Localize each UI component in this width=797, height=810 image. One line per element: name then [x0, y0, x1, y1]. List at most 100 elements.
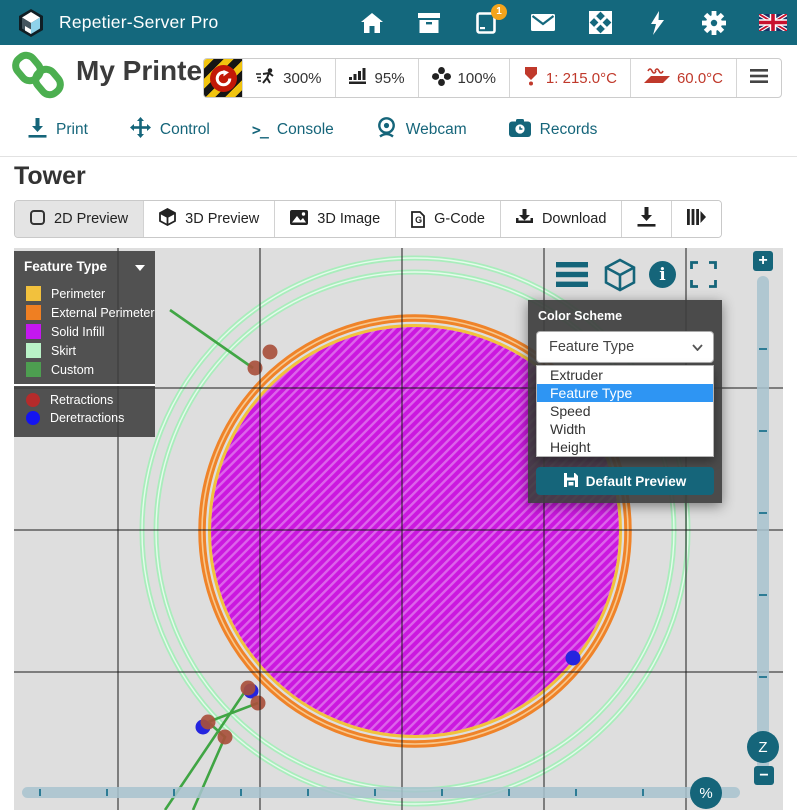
zoom-out-button[interactable]: − — [754, 766, 774, 785]
printer-notifications-icon[interactable]: 1 — [474, 11, 498, 35]
printer-z-icon — [637, 207, 656, 231]
horizontal-slider[interactable] — [22, 787, 740, 798]
view-3d-image-label: 3D Image — [317, 211, 380, 227]
home-icon[interactable] — [360, 11, 384, 35]
slider-tick — [759, 348, 767, 350]
percent-button[interactable]: % — [690, 777, 722, 809]
legend-label: Retractions — [50, 393, 113, 407]
speed-multiplier-button[interactable]: 300% — [242, 59, 334, 97]
layers-play-icon — [687, 209, 706, 229]
checkbox-icon — [30, 210, 45, 229]
gcode-2d-canvas[interactable]: Feature Type Perimeter External Perimete… — [14, 248, 783, 810]
language-flag-icon[interactable] — [759, 11, 787, 35]
color-scheme-select[interactable]: Feature Type — [536, 331, 714, 363]
legend-item: Deretractions — [14, 409, 155, 427]
option-width[interactable]: Width — [537, 420, 713, 438]
info-icon[interactable]: i — [649, 261, 676, 288]
printer-menu-button[interactable] — [736, 59, 781, 97]
retractions-swatch — [26, 393, 40, 407]
speed-value: 300% — [283, 70, 321, 87]
notification-badge: 1 — [491, 4, 507, 20]
tab-console[interactable]: >_ Console — [252, 121, 334, 139]
download-icon — [516, 209, 533, 229]
feature-legend: Feature Type Perimeter External Perimete… — [14, 251, 155, 437]
app-title: Repetier-Server Pro — [59, 12, 218, 33]
printer-tabs: Print Control >_ Console Webcam — [0, 104, 797, 157]
z-axis-button[interactable]: Z — [747, 731, 779, 763]
view-3d-preview-label: 3D Preview — [185, 211, 259, 227]
legend-item: Perimeter — [14, 284, 155, 303]
view-2d-preview-label: 2D Preview — [54, 211, 128, 227]
expand-arrows-icon[interactable] — [588, 11, 612, 35]
option-speed[interactable]: Speed — [537, 402, 713, 420]
slider-tick — [173, 789, 175, 796]
extruder-temp-button[interactable]: 1: 215.0°C — [509, 59, 630, 97]
printer-link-icon — [12, 51, 64, 104]
layer-scan-button[interactable] — [671, 201, 721, 237]
flow-multiplier-button[interactable]: 95% — [335, 59, 418, 97]
slider-tick — [759, 430, 767, 432]
printer-status-bar: 300% 95% 100% — [203, 58, 782, 98]
default-preview-label: Default Preview — [586, 474, 687, 489]
slider-tick — [759, 594, 767, 596]
image-icon — [290, 210, 308, 229]
app-logo-icon[interactable] — [16, 8, 46, 38]
reprint-button[interactable] — [621, 201, 671, 237]
save-icon — [564, 473, 578, 490]
vertical-slider[interactable] — [757, 276, 769, 770]
perimeter-swatch — [26, 286, 41, 301]
tab-webcam[interactable]: Webcam — [376, 117, 467, 143]
info-glyph: i — [659, 265, 665, 285]
bed-temp-value: 60.0°C — [677, 70, 723, 87]
control-icon — [130, 117, 151, 143]
console-icon: >_ — [252, 121, 268, 139]
slider-tick — [575, 789, 577, 796]
custom-swatch — [26, 362, 41, 377]
tab-print-label: Print — [56, 121, 88, 139]
preview-3d-cube-icon[interactable] — [603, 258, 637, 292]
legend-header[interactable]: Feature Type — [14, 251, 155, 284]
view-gcode-button[interactable]: G G-Code — [395, 201, 500, 237]
emergency-stop-button[interactable] — [204, 59, 242, 97]
view-gcode-label: G-Code — [434, 211, 485, 227]
slider-tick — [441, 789, 443, 796]
extruder-icon — [523, 67, 539, 90]
preview-menu-icon[interactable] — [556, 262, 588, 287]
settings-gear-icon[interactable] — [702, 11, 726, 35]
option-feature-type[interactable]: Feature Type — [537, 384, 713, 402]
option-extruder[interactable]: Extruder — [537, 366, 713, 384]
download-button[interactable]: Download — [500, 201, 622, 237]
slider-tick — [307, 789, 309, 796]
slider-tick — [374, 789, 376, 796]
extruder-temp-value: 1: 215.0°C — [546, 70, 617, 87]
view-3d-image-button[interactable]: 3D Image — [274, 201, 395, 237]
color-scheme-selected-value: Feature Type — [549, 339, 634, 355]
gcode-file-icon: G — [411, 211, 425, 228]
fullscreen-icon[interactable] — [690, 261, 717, 288]
zoom-in-button[interactable]: + — [753, 251, 773, 271]
deretractions-swatch — [26, 411, 40, 425]
bed-temp-button[interactable]: 60.0°C — [630, 59, 736, 97]
color-scheme-label: Color Scheme — [538, 309, 714, 323]
slider-tick — [39, 789, 41, 796]
gcode-letter: G — [415, 215, 422, 225]
option-height[interactable]: Height — [537, 438, 713, 456]
mail-icon[interactable] — [531, 11, 555, 35]
tab-control[interactable]: Control — [130, 117, 210, 143]
power-bolt-icon[interactable] — [645, 11, 669, 35]
tab-print[interactable]: Print — [28, 118, 88, 143]
hamburger-icon — [750, 69, 768, 87]
tab-console-label: Console — [277, 121, 334, 139]
archive-box-icon[interactable] — [417, 11, 441, 35]
default-preview-button[interactable]: Default Preview — [536, 467, 714, 495]
view-3d-preview-button[interactable]: 3D Preview — [143, 201, 274, 237]
legend-label: Perimeter — [51, 287, 105, 301]
slider-tick — [642, 789, 644, 796]
fan-speed-button[interactable]: 100% — [418, 59, 509, 97]
tab-records[interactable]: Records — [509, 119, 598, 142]
grid-line — [14, 671, 783, 673]
view-2d-preview-button[interactable]: 2D Preview — [15, 201, 143, 237]
tab-control-label: Control — [160, 121, 210, 139]
solid-infill-swatch — [26, 324, 41, 339]
legend-item: External Perimeter — [14, 303, 155, 322]
